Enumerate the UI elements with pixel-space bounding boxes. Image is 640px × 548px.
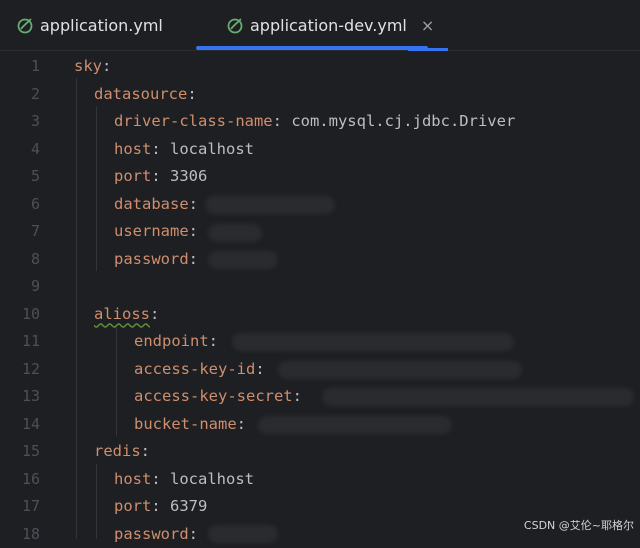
yaml-value: localhost bbox=[161, 140, 254, 158]
line-number: 8 bbox=[0, 246, 40, 274]
line-number: 11 bbox=[0, 328, 40, 356]
code-line: bucket-name: bbox=[134, 411, 246, 439]
yaml-value: 6379 bbox=[161, 497, 208, 515]
code-line: host: localhost bbox=[114, 136, 254, 164]
yaml-colon: : bbox=[150, 305, 159, 323]
indent-guide bbox=[76, 78, 77, 539]
code-line: database: bbox=[114, 191, 198, 219]
code-line: datasource: bbox=[94, 81, 197, 109]
indent-guide bbox=[96, 106, 97, 271]
yaml-colon: : bbox=[102, 57, 111, 75]
redacted-bucket-name-value bbox=[258, 416, 452, 434]
code-editor[interactable]: 1 2 3 4 5 6 7 8 9 10 11 12 13 14 15 16 1… bbox=[0, 51, 640, 539]
line-number: 2 bbox=[0, 81, 40, 109]
yaml-colon: : bbox=[209, 332, 218, 350]
code-line: password: bbox=[114, 521, 198, 548]
line-number: 12 bbox=[0, 356, 40, 384]
code-line: host: localhost bbox=[114, 466, 254, 494]
yaml-colon: : bbox=[151, 497, 160, 515]
watermark: CSDN @艾伦~耶格尔 bbox=[524, 517, 634, 533]
spring-leaf-icon bbox=[226, 16, 244, 34]
yaml-colon: : bbox=[187, 85, 196, 103]
yaml-key: password bbox=[114, 525, 189, 543]
tab-label: application-dev.yml bbox=[250, 16, 407, 35]
code-line: port: 6379 bbox=[114, 493, 207, 521]
yaml-key: driver-class-name bbox=[114, 112, 273, 130]
editor-tab-bar: application.yml application-dev.yml × bbox=[0, 0, 640, 51]
yaml-value: com.mysql.cj.jdbc.Driver bbox=[282, 112, 515, 130]
yaml-key: access-key-id bbox=[134, 360, 255, 378]
line-number: 6 bbox=[0, 191, 40, 219]
yaml-key: datasource bbox=[94, 85, 187, 103]
line-number: 7 bbox=[0, 218, 40, 246]
code-line: password: bbox=[114, 246, 198, 274]
yaml-value: 3306 bbox=[161, 167, 208, 185]
tab-application-dev-yml[interactable]: application-dev.yml × bbox=[212, 0, 448, 50]
spring-leaf-icon bbox=[16, 16, 34, 34]
line-number: 3 bbox=[0, 108, 40, 136]
line-number: 1 bbox=[0, 53, 40, 81]
yaml-colon: : bbox=[151, 470, 160, 488]
yaml-colon: : bbox=[255, 360, 264, 378]
close-tab-icon[interactable]: × bbox=[421, 16, 434, 35]
redacted-password-value bbox=[208, 251, 278, 269]
redacted-access-key-secret-value bbox=[322, 388, 634, 406]
tab-application-yml[interactable]: application.yml bbox=[0, 0, 200, 50]
yaml-value: localhost bbox=[161, 470, 254, 488]
yaml-colon: : bbox=[151, 140, 160, 158]
yaml-colon: : bbox=[189, 525, 198, 543]
line-number: 18 bbox=[0, 521, 40, 548]
yaml-colon: : bbox=[273, 112, 282, 130]
line-number: 17 bbox=[0, 493, 40, 521]
redacted-endpoint-value bbox=[232, 333, 514, 351]
code-line: endpoint: bbox=[134, 328, 218, 356]
code-line: sky: bbox=[74, 53, 111, 81]
redacted-redis-password-value bbox=[208, 525, 278, 543]
tab-label: application.yml bbox=[40, 16, 163, 35]
redacted-database-value bbox=[205, 196, 335, 214]
code-line: driver-class-name: com.mysql.cj.jdbc.Dri… bbox=[114, 108, 515, 136]
code-line: port: 3306 bbox=[114, 163, 207, 191]
yaml-colon: : bbox=[189, 195, 198, 213]
yaml-key: alioss bbox=[94, 305, 150, 323]
yaml-colon: : bbox=[141, 442, 150, 460]
code-line: access-key-secret: bbox=[134, 383, 302, 411]
line-number: 5 bbox=[0, 163, 40, 191]
yaml-colon: : bbox=[189, 222, 198, 240]
yaml-key: sky bbox=[74, 57, 102, 75]
yaml-key: access-key-secret bbox=[134, 387, 293, 405]
code-line: redis: bbox=[94, 438, 150, 466]
yaml-key: port bbox=[114, 497, 151, 515]
yaml-colon: : bbox=[293, 387, 302, 405]
line-number: 13 bbox=[0, 383, 40, 411]
code-line: access-key-id: bbox=[134, 356, 265, 384]
code-line: alioss: bbox=[94, 301, 159, 329]
line-number: 10 bbox=[0, 301, 40, 329]
yaml-key: host bbox=[114, 140, 151, 158]
yaml-colon: : bbox=[189, 250, 198, 268]
line-number: 15 bbox=[0, 438, 40, 466]
yaml-key: redis bbox=[94, 442, 141, 460]
line-number: 14 bbox=[0, 411, 40, 439]
yaml-key: password bbox=[114, 250, 189, 268]
yaml-key: database bbox=[114, 195, 189, 213]
line-number-gutter: 1 2 3 4 5 6 7 8 9 10 11 12 13 14 15 16 1… bbox=[0, 51, 56, 539]
yaml-key: username bbox=[114, 222, 189, 240]
line-number: 4 bbox=[0, 136, 40, 164]
redacted-username-value bbox=[208, 224, 262, 242]
yaml-key: port bbox=[114, 167, 151, 185]
yaml-key: bucket-name bbox=[134, 415, 237, 433]
active-tab-indicator bbox=[196, 46, 428, 50]
line-number: 9 bbox=[0, 273, 40, 301]
yaml-key: endpoint bbox=[134, 332, 209, 350]
line-number: 16 bbox=[0, 466, 40, 494]
indent-guide bbox=[116, 326, 117, 436]
yaml-key: host bbox=[114, 470, 151, 488]
redacted-access-key-id-value bbox=[278, 361, 522, 379]
yaml-colon: : bbox=[151, 167, 160, 185]
code-line: username: bbox=[114, 218, 198, 246]
indent-guide bbox=[96, 464, 97, 539]
yaml-colon: : bbox=[237, 415, 246, 433]
